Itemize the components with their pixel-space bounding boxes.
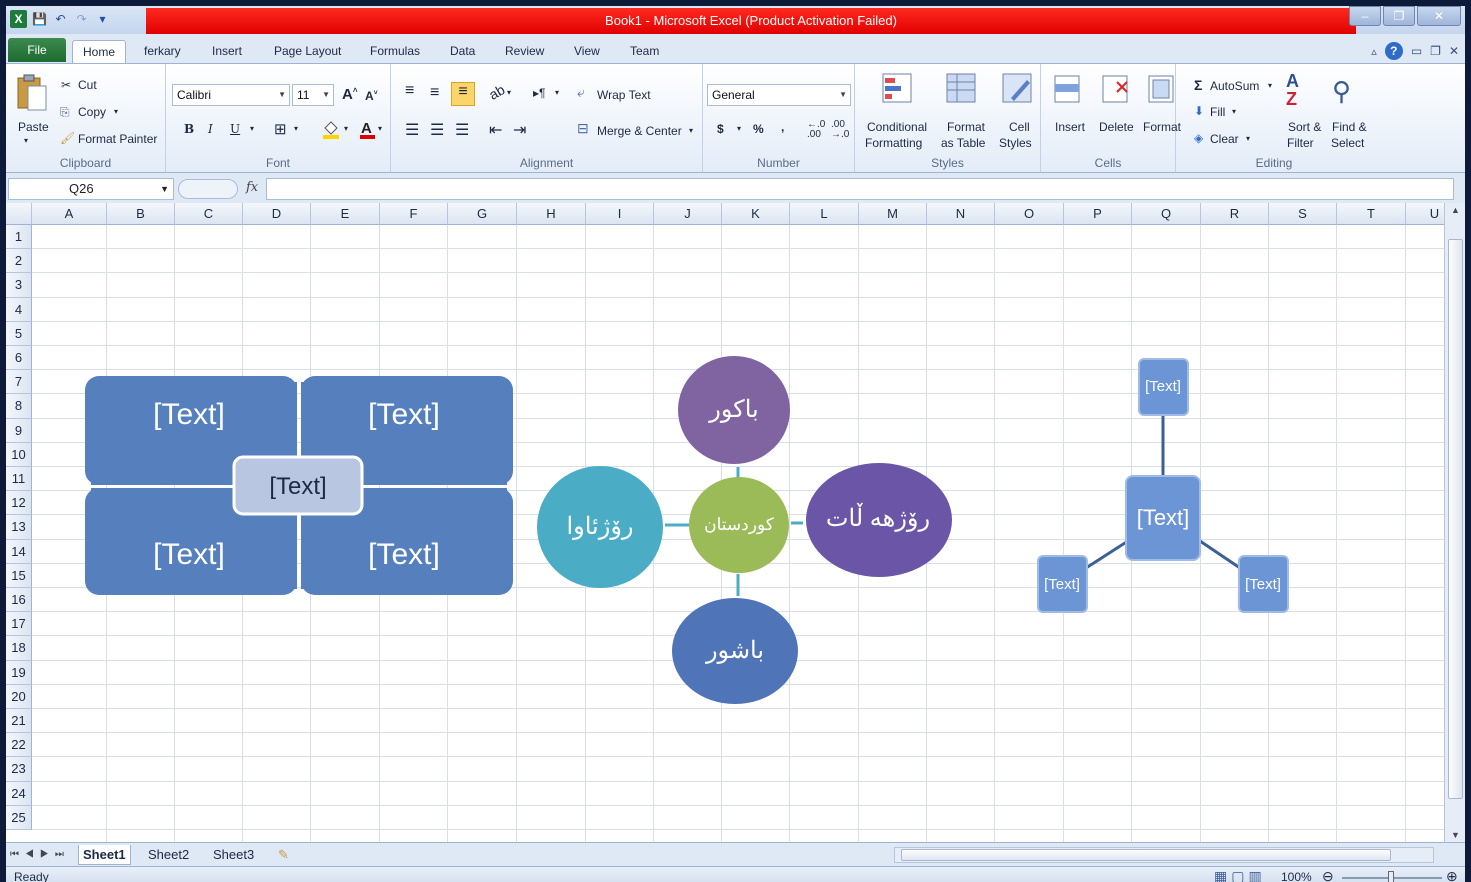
- matrix-text-top-right[interactable]: [Text]: [368, 398, 440, 431]
- matrix-text-bottom-right[interactable]: [Text]: [368, 538, 440, 571]
- zoom-level[interactable]: 100%: [1281, 870, 1312, 882]
- cycle-text-bottom[interactable]: باشور: [705, 637, 764, 664]
- cycle-text-center[interactable]: كوردستان: [704, 515, 775, 535]
- sheet-tab-2[interactable]: Sheet2: [148, 845, 189, 865]
- status-bar: Ready ▦▢▥ 100% ⊖ ⊕: [6, 866, 1465, 882]
- scroll-down-icon[interactable]: ▼: [1451, 830, 1460, 840]
- vertical-scroll-thumb[interactable]: [1448, 239, 1463, 799]
- matrix-text-top-left[interactable]: [Text]: [153, 398, 225, 431]
- radial-text-top[interactable]: [Text]: [1145, 378, 1181, 395]
- radial-text-left[interactable]: [Text]: [1044, 576, 1080, 593]
- radial-text-right[interactable]: [Text]: [1245, 576, 1281, 593]
- workbook-close-icon[interactable]: ✕: [1449, 44, 1459, 58]
- radial-text-center[interactable]: [Text]: [1137, 505, 1190, 530]
- vertical-scrollbar[interactable]: ▲ ▼: [1444, 203, 1465, 842]
- smartart-matrix[interactable]: [Text] [Text] [Text] [Text] [Text]: [85, 376, 513, 595]
- sheet-tab-3[interactable]: Sheet3: [213, 845, 254, 865]
- horizontal-scroll-thumb[interactable]: [901, 849, 1391, 861]
- sheet-nav-icons[interactable]: ⏮◀▶⏭: [10, 845, 70, 865]
- sheet-tab-1[interactable]: Sheet1: [78, 845, 131, 865]
- zoom-in-icon[interactable]: ⊕: [1446, 868, 1458, 882]
- view-buttons-icons[interactable]: ▦▢▥: [1214, 868, 1266, 882]
- cycle-text-left[interactable]: رۆژئاوا: [566, 513, 633, 540]
- matrix-text-bottom-left[interactable]: [Text]: [153, 538, 225, 571]
- cycle-text-top[interactable]: باكور: [708, 396, 758, 423]
- zoom-slider-thumb[interactable]: [1388, 871, 1394, 882]
- cycle-text-right[interactable]: رۆژهه ڵات: [826, 502, 930, 532]
- insert-sheet-icon[interactable]: ✎: [278, 845, 289, 865]
- zoom-out-icon[interactable]: ⊖: [1322, 868, 1334, 882]
- matrix-text-center[interactable]: [Text]: [269, 473, 326, 500]
- status-mode: Ready: [14, 870, 49, 882]
- sheet-tabs-bar: ⏮◀▶⏭ Sheet1 Sheet2 Sheet3 ✎: [6, 842, 1465, 866]
- scroll-up-icon[interactable]: ▲: [1451, 205, 1460, 215]
- horizontal-scrollbar[interactable]: [894, 847, 1434, 863]
- smartart-cycle[interactable]: باكور رۆژئاوا كوردستان رۆژهه ڵات باشور: [537, 356, 952, 704]
- smartart-layer: [Text] [Text] [Text] [Text] [Text] باكور…: [85, 356, 1289, 704]
- excel-window: X 💾 ↶ ↷ ▾ Book1 - Microsoft Excel (Produ…: [6, 6, 1465, 882]
- smartart-radial[interactable]: [Text] [Text] [Text] [Text]: [1037, 358, 1289, 613]
